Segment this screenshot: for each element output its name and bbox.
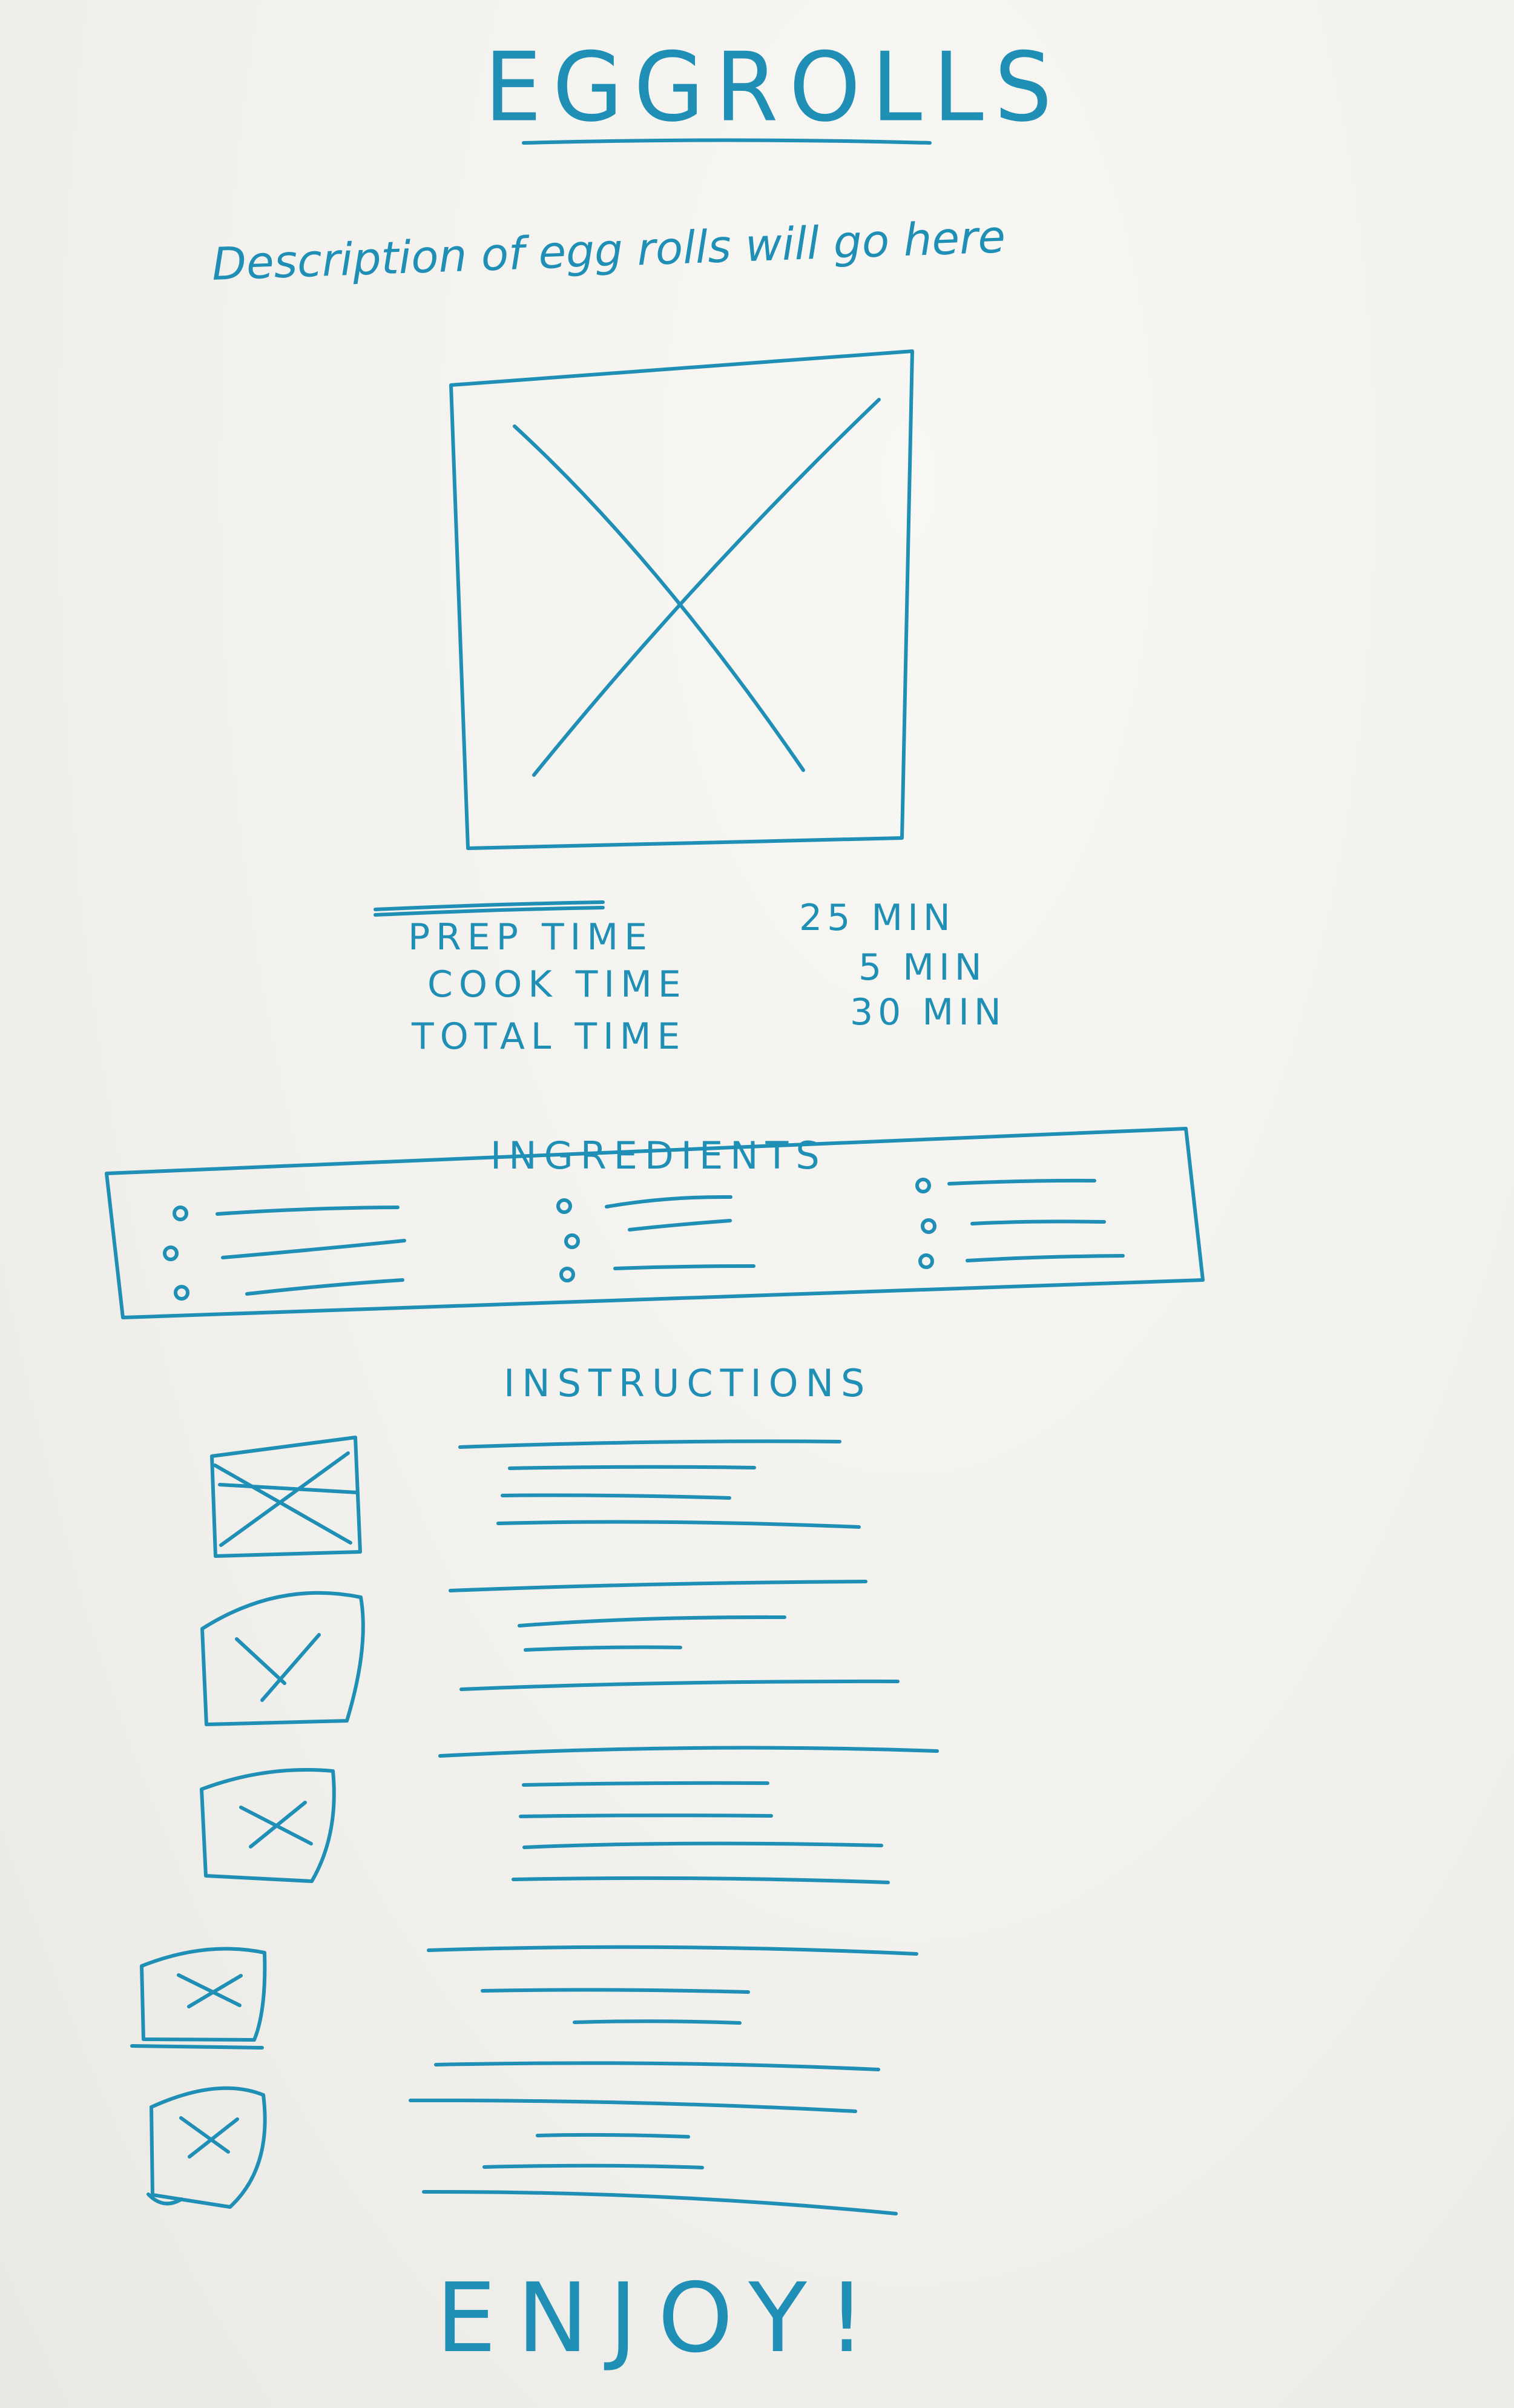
page-title: EGGROLLS [484, 32, 1063, 143]
ingredients-title: INGREDIENTS [490, 1133, 827, 1178]
step-image-3 [200, 1768, 336, 1883]
total-time-label: TOTAL TIME [412, 1015, 686, 1058]
step-image-5 [146, 2086, 267, 2209]
instructions-title: INSTRUCTIONS [504, 1361, 872, 1405]
step-lines-4 [427, 1945, 918, 2071]
step-lines-5 [409, 2098, 898, 2215]
step-lines-3 [512, 1781, 890, 1884]
step-image-2 [200, 1591, 365, 1726]
prep-time-value: 25 MIN [799, 897, 955, 939]
step-lines-2 [438, 1615, 939, 1758]
prep-time-label: PREP TIME [408, 916, 654, 958]
enjoy-footer: ENJOY! [436, 2263, 887, 2374]
step-image-4 [130, 1947, 267, 2050]
cook-time-value: 5 MIN [858, 946, 987, 989]
total-time-value: 30 MIN [850, 991, 1006, 1034]
cook-time-label: COOK TIME [427, 963, 687, 1006]
step-lines-1 [449, 1439, 867, 1592]
step-image-1 [210, 1436, 362, 1558]
wireframe-page: EGGROLLS Description of egg rolls will g… [0, 0, 1514, 2408]
sketch-lines [105, 138, 1205, 2215]
hero-image-placeholder [449, 349, 914, 850]
